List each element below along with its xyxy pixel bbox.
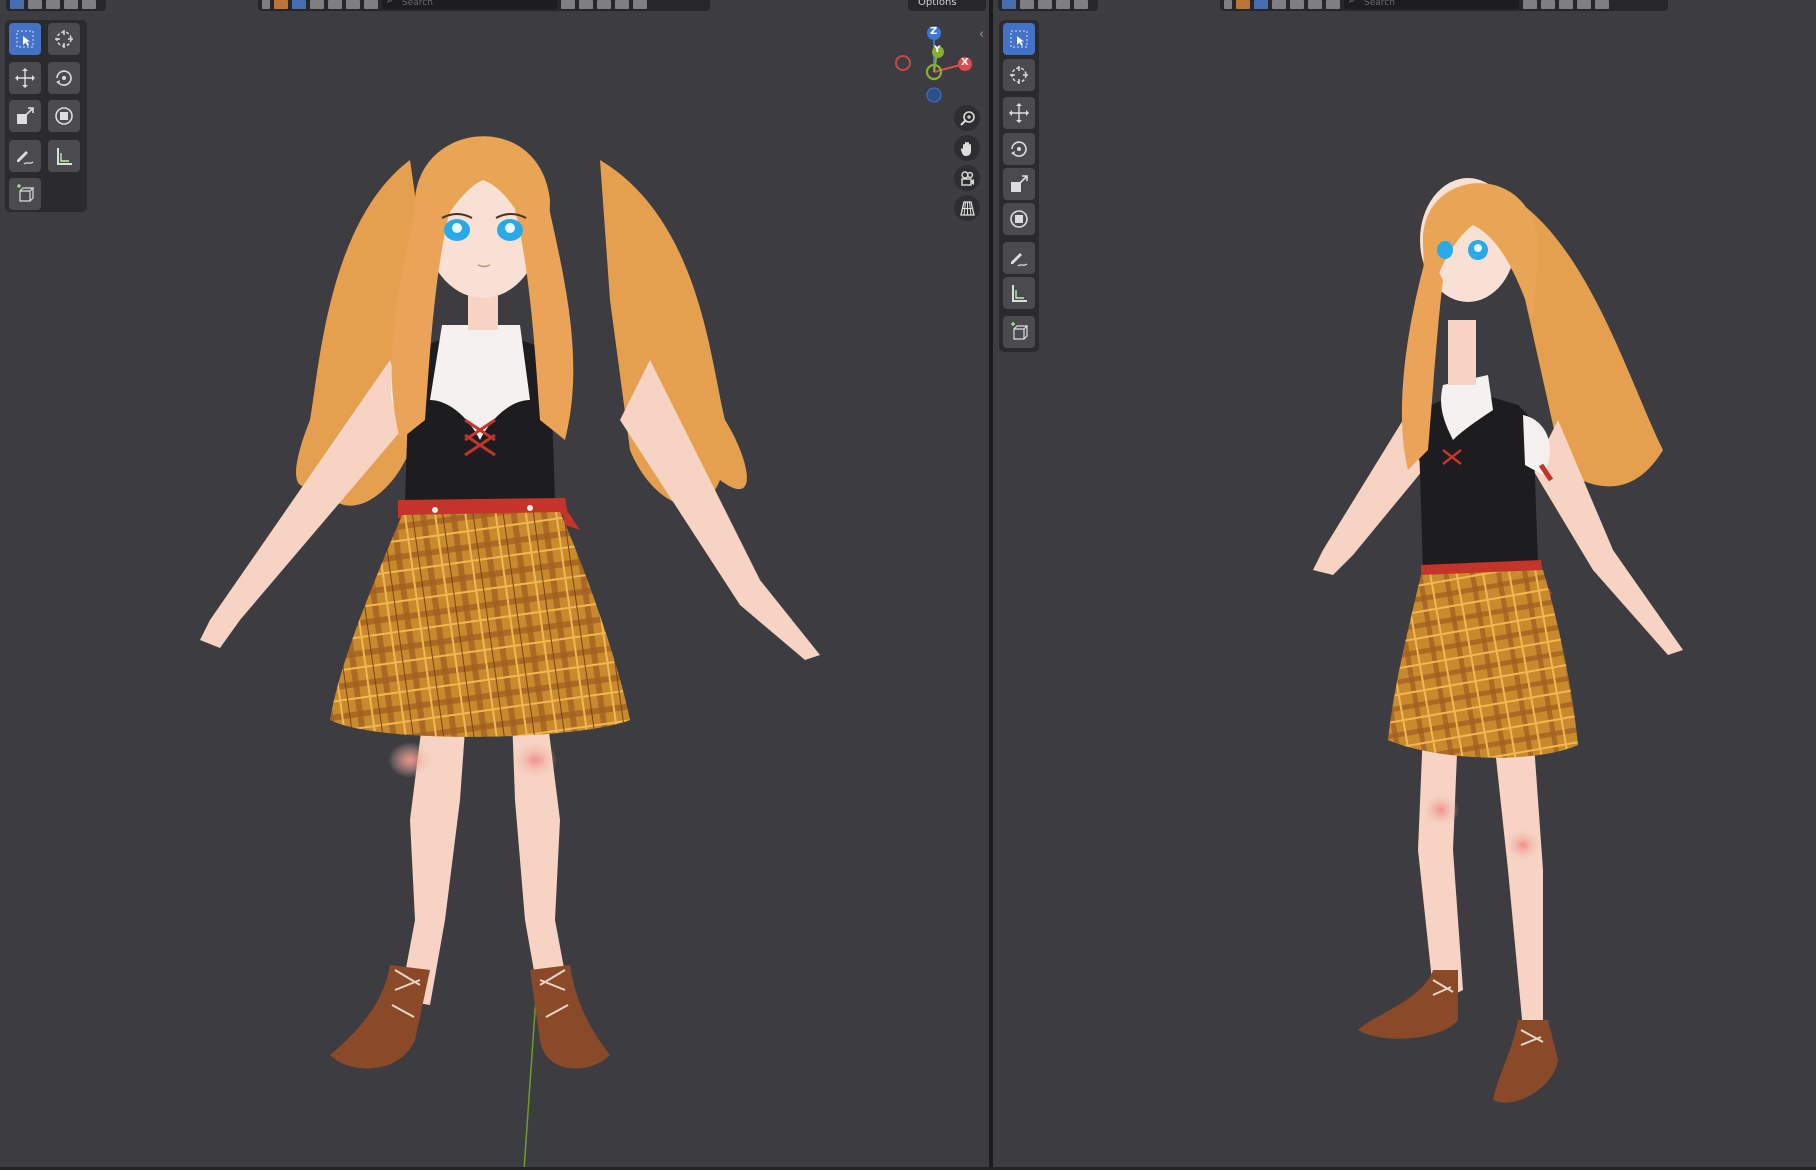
select-box-icon bbox=[1010, 30, 1028, 48]
header-right-center: Search bbox=[1220, 0, 1668, 11]
annotate-icon bbox=[1011, 253, 1028, 267]
rotate-icon bbox=[1011, 141, 1027, 157]
character-model-front[interactable] bbox=[180, 100, 900, 1170]
pin-icon[interactable] bbox=[1577, 0, 1591, 9]
snap-icon[interactable] bbox=[1523, 0, 1537, 9]
measure-icon bbox=[1012, 285, 1027, 302]
character-model-side[interactable] bbox=[1293, 170, 1723, 1150]
transform-icon bbox=[1010, 210, 1028, 228]
tool-rotate[interactable] bbox=[1003, 133, 1035, 165]
tool-cursor[interactable] bbox=[1003, 59, 1035, 91]
mode-intersect-icon[interactable] bbox=[1074, 0, 1088, 9]
filter-light-icon[interactable] bbox=[1290, 0, 1304, 9]
filter-other-icon[interactable] bbox=[1326, 0, 1340, 9]
overlay-icon[interactable] bbox=[1559, 0, 1573, 9]
mode-subtract-icon[interactable] bbox=[1038, 0, 1052, 9]
mode-invert-icon[interactable] bbox=[1056, 0, 1070, 9]
filter-camera-icon[interactable] bbox=[1308, 0, 1322, 9]
search-input[interactable]: Search bbox=[1344, 0, 1519, 9]
viewport-left[interactable]: Search Options bbox=[0, 0, 989, 1170]
tool-move[interactable] bbox=[1003, 97, 1035, 129]
select-mode-icon[interactable] bbox=[1002, 0, 1016, 9]
tool-scale[interactable] bbox=[1003, 168, 1035, 200]
add-cube-icon bbox=[1011, 322, 1029, 340]
filter-curve-icon[interactable] bbox=[1272, 0, 1286, 9]
filter-mesh-icon[interactable] bbox=[1254, 0, 1268, 9]
tool-measure[interactable] bbox=[1003, 277, 1035, 309]
tool-annotate[interactable] bbox=[1003, 242, 1035, 274]
color-icon[interactable] bbox=[1236, 0, 1250, 9]
tool-select-box[interactable] bbox=[1003, 23, 1035, 55]
tool-transform[interactable] bbox=[1003, 203, 1035, 235]
mode-extend-icon[interactable] bbox=[1020, 0, 1034, 9]
tool-add-cube[interactable] bbox=[1003, 316, 1035, 348]
shield-icon[interactable] bbox=[1595, 0, 1609, 9]
bookmark-icon[interactable] bbox=[1541, 0, 1555, 9]
cursor-icon bbox=[1010, 66, 1028, 84]
tool-panel-right bbox=[999, 20, 1039, 352]
move-icon bbox=[1009, 103, 1029, 123]
scale-icon bbox=[1011, 175, 1028, 192]
viewport-right[interactable]: Search bbox=[993, 0, 1816, 1170]
dropdown-icon[interactable] bbox=[1224, 0, 1232, 9]
header-right-modes bbox=[998, 0, 1098, 11]
